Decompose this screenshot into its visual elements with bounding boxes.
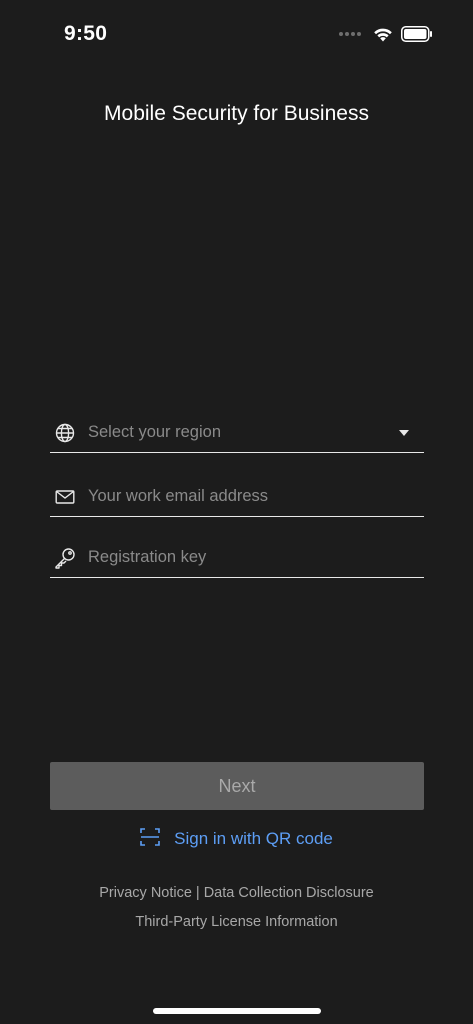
third-party-license-link[interactable]: Third-Party License Information (135, 914, 337, 930)
footer-row-third-party: Third-Party License Information (0, 907, 473, 936)
globe-icon (54, 422, 76, 444)
footer-links: Privacy Notice | Data Collection Disclos… (0, 878, 473, 936)
footer-separator: | (195, 884, 200, 901)
mail-icon (54, 486, 76, 508)
status-icons (339, 26, 433, 42)
chevron-down-icon[interactable] (399, 429, 409, 436)
qr-scan-icon (140, 827, 160, 851)
key-icon (54, 547, 76, 569)
region-placeholder: Select your region (88, 423, 221, 441)
footer-row-legal: Privacy Notice | Data Collection Disclos… (0, 878, 473, 907)
email-field[interactable]: Your work email address (50, 477, 424, 517)
home-indicator[interactable] (153, 1008, 321, 1014)
battery-icon (401, 26, 432, 42)
wifi-icon (374, 28, 392, 41)
status-time: 9:50 (64, 22, 108, 45)
data-collection-link[interactable]: Data Collection Disclosure (204, 885, 374, 901)
qr-sign-in-label: Sign in with QR code (174, 829, 333, 848)
privacy-notice-link[interactable]: Privacy Notice (99, 885, 192, 901)
registration-key-field[interactable]: Registration key (50, 538, 424, 578)
status-bar: 9:50 (0, 0, 473, 70)
page-title: Mobile Security for Business (104, 102, 369, 125)
signal-icon (339, 32, 361, 36)
region-select[interactable]: Select your region (50, 413, 424, 453)
qr-sign-in-link[interactable]: Sign in with QR code (0, 826, 473, 852)
email-placeholder: Your work email address (88, 487, 269, 505)
registration-key-placeholder: Registration key (88, 548, 207, 566)
next-button[interactable]: Next (50, 762, 424, 810)
